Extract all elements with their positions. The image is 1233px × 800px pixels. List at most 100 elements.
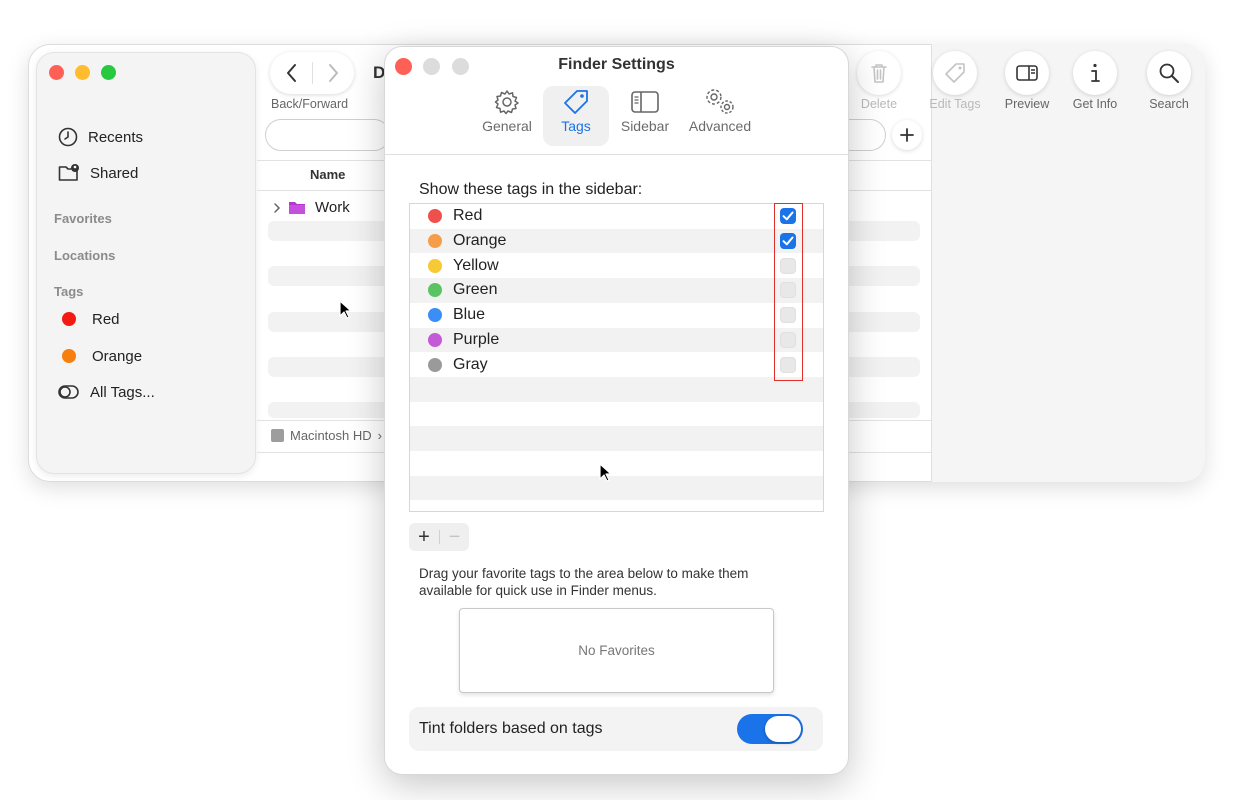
tag-row-gray[interactable]: Gray (410, 352, 823, 377)
sidebar-item-recents[interactable]: Recents (58, 125, 143, 149)
sidebar-item-label: Recents (88, 128, 144, 146)
sidebar-item-label: All Tags... (90, 383, 155, 401)
tag-color-dot (428, 308, 442, 323)
sidebar-section-favorites[interactable]: Favorites (54, 211, 112, 226)
tag-name: Orange (453, 232, 507, 250)
preview-button[interactable] (1005, 51, 1049, 95)
path-field[interactable] (265, 119, 390, 151)
mouse-cursor-icon (339, 300, 352, 319)
tag-row-yellow[interactable]: Yellow (410, 253, 823, 278)
tag-name: Blue (453, 306, 486, 324)
tag-name: Red (453, 207, 483, 225)
gear-icon (494, 90, 519, 115)
tag-color-dot (428, 283, 442, 298)
favorites-help-text: Drag your favorite tags to the area belo… (419, 566, 749, 598)
forward-icon[interactable] (326, 63, 340, 83)
sidebar-section-tags[interactable]: Tags (54, 284, 83, 299)
zoom-button[interactable] (101, 65, 116, 80)
search-icon (1159, 63, 1179, 83)
tag-row-green[interactable]: Green (410, 278, 823, 303)
tab-sidebar[interactable]: Sidebar (614, 86, 676, 146)
tag-orange-dot (62, 349, 76, 363)
sidebar-item-label: Orange (92, 347, 143, 365)
tab-tags[interactable]: Tags (543, 86, 609, 146)
list-item-work[interactable]: Work (272, 199, 350, 216)
tag-color-dot (428, 332, 442, 347)
shared-folder-icon (58, 164, 79, 181)
sidebar-item-tag-orange[interactable]: Orange (62, 344, 142, 368)
sidebar-section-locations[interactable]: Locations (54, 248, 115, 263)
tag-name: Yellow (453, 256, 499, 274)
search-button[interactable] (1147, 51, 1191, 95)
finder-sidebar (36, 52, 256, 474)
mouse-cursor-icon (599, 463, 612, 482)
tag-row-orange[interactable]: Orange (410, 228, 823, 254)
tag-list: Red Orange Yellow Green Blue Purple Gray (409, 203, 824, 512)
tag-row-purple[interactable]: Purple (410, 327, 823, 353)
tags-section-heading: Show these tags in the sidebar: (419, 181, 643, 198)
tag-row-blue[interactable]: Blue (410, 303, 823, 328)
column-header-name[interactable]: Name (310, 167, 345, 182)
tag-row-red[interactable]: Red (410, 204, 823, 229)
empty-row (410, 402, 823, 427)
tab-label: General (482, 118, 532, 134)
disclosure-chevron-icon[interactable] (272, 202, 282, 214)
plus-icon (900, 128, 914, 142)
sidebar-item-all-tags[interactable]: All Tags... (58, 380, 155, 404)
tag-red-dot (62, 312, 76, 326)
minimize-button[interactable] (75, 65, 90, 80)
path-bar: Macintosh HD › (271, 428, 382, 443)
trash-icon (871, 64, 887, 83)
tag-color-dot (428, 209, 442, 224)
sidebar-item-shared[interactable]: Shared (58, 161, 138, 185)
no-favorites-label: No Favorites (578, 643, 655, 658)
close-button[interactable] (49, 65, 64, 80)
tab-general[interactable]: General (476, 86, 538, 146)
toggle-knob (765, 716, 801, 742)
gears-icon (706, 89, 734, 114)
checkbox-highlight-box (774, 203, 803, 381)
add-tag-button[interactable]: + (409, 523, 439, 551)
sidebar-item-tag-red[interactable]: Red (62, 307, 120, 331)
tag-color-dot (428, 234, 442, 249)
preview-icon (1016, 65, 1038, 81)
tab-label: Advanced (688, 118, 752, 134)
toolbar-divider (385, 154, 848, 155)
search-label: Search (1149, 97, 1189, 111)
info-icon (1091, 63, 1100, 82)
tab-label: Tags (561, 118, 591, 134)
settings-title: Finder Settings (558, 56, 675, 73)
nav-divider (312, 62, 313, 84)
path-item-macintosh-hd[interactable]: Macintosh HD (290, 428, 372, 443)
tag-name: Green (453, 281, 498, 299)
back-forward-label: Back/Forward (271, 97, 349, 111)
sidebar-item-label: Shared (90, 164, 139, 182)
path-separator: › (377, 428, 382, 443)
edit-tags-button[interactable] (933, 51, 977, 95)
empty-row (410, 376, 823, 402)
tag-color-dot (428, 258, 442, 273)
empty-row (410, 426, 823, 451)
tag-icon (564, 90, 588, 114)
back-icon[interactable] (285, 63, 299, 83)
all-tags-icon (58, 385, 79, 399)
remove-tag-button[interactable]: − (440, 523, 469, 551)
delete-button[interactable] (857, 51, 901, 95)
add-button[interactable] (892, 120, 922, 150)
tag-name: Purple (453, 330, 500, 348)
clock-icon (58, 127, 78, 147)
empty-row (410, 451, 823, 476)
tab-label: Sidebar (620, 118, 670, 134)
tag-name: Gray (453, 355, 488, 373)
tag-color-dot (428, 357, 442, 372)
folder-icon (289, 202, 305, 214)
sidebar-item-label: Red (92, 310, 120, 328)
tag-icon (945, 63, 965, 83)
folder-name: Work (315, 199, 350, 216)
disk-icon (271, 429, 284, 442)
get-info-button[interactable] (1073, 51, 1117, 95)
sidebar-icon (631, 91, 659, 113)
tab-advanced[interactable]: Advanced (684, 86, 756, 146)
tint-folders-label: Tint folders based on tags (419, 720, 603, 737)
favorites-drop-area[interactable]: No Favorites (459, 608, 774, 693)
